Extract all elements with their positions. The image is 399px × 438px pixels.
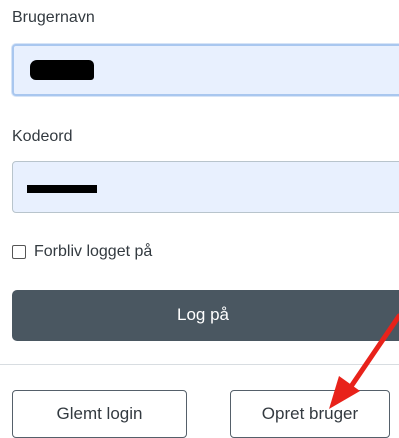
login-button[interactable]: Log på — [12, 290, 399, 341]
username-label: Brugernavn — [12, 9, 95, 26]
forgot-login-label: Glemt login — [56, 404, 143, 423]
remember-me[interactable]: Forbliv logget på — [12, 240, 152, 264]
divider — [0, 364, 399, 365]
username-field[interactable] — [12, 44, 399, 96]
password-label: Kodeord — [12, 128, 73, 145]
password-field[interactable] — [12, 161, 399, 213]
redacted-username — [30, 60, 94, 80]
login-button-label: Log på — [177, 305, 229, 324]
create-user-label: Opret bruger — [261, 404, 359, 423]
redacted-password — [27, 185, 97, 193]
forgot-login-button[interactable]: Glemt login — [12, 390, 187, 438]
remember-label: Forbliv logget på — [34, 243, 153, 260]
create-user-button[interactable]: Opret bruger — [230, 390, 390, 438]
remember-checkbox[interactable] — [12, 245, 26, 259]
